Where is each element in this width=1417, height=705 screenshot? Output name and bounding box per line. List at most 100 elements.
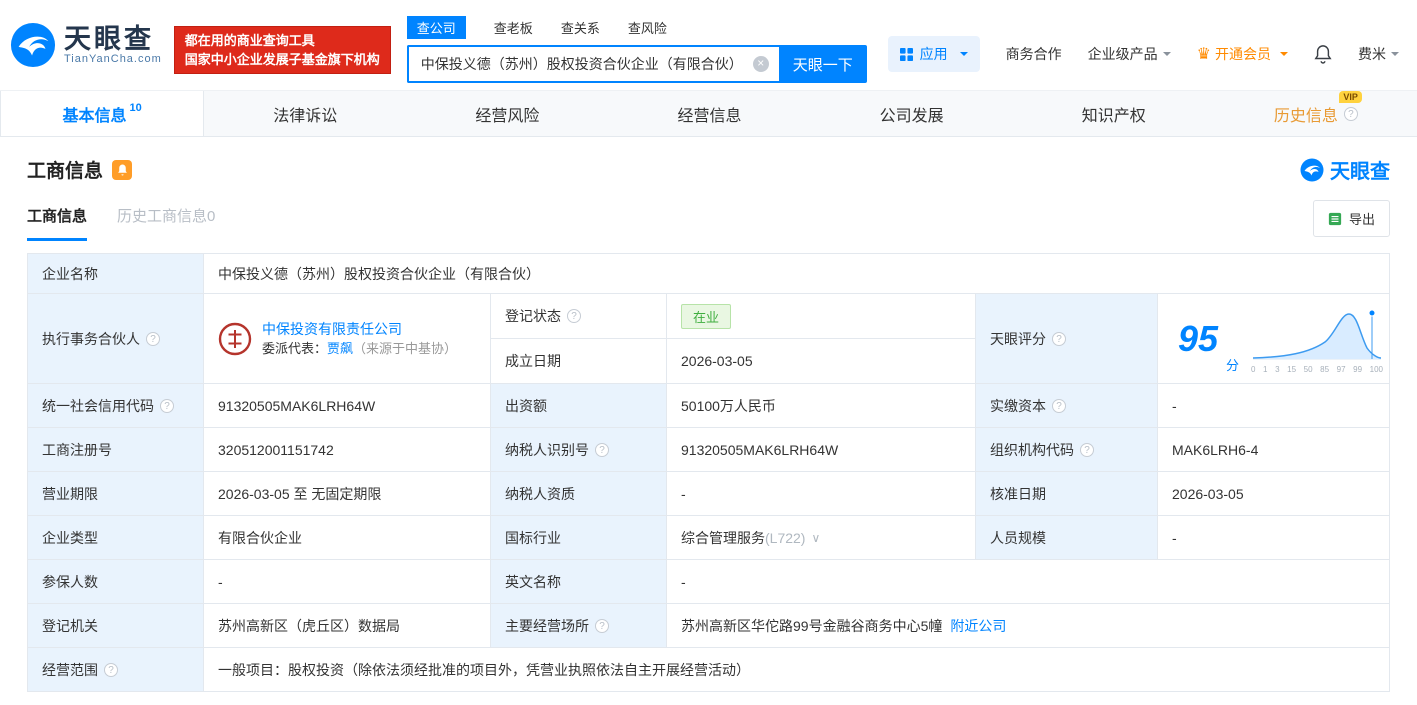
help-icon[interactable]: ?: [567, 309, 581, 323]
search-button[interactable]: 天眼一下: [778, 45, 867, 83]
tianyancha-logo[interactable]: 天眼查 TianYanCha.com: [10, 22, 162, 68]
score-distribution-chart: 0 1 3 15 50 85 97 99 100: [1251, 304, 1383, 374]
help-icon[interactable]: ?: [595, 442, 609, 457]
capital-label: 出资额: [491, 384, 667, 428]
business-cooperation-link[interactable]: 商务合作: [1006, 44, 1062, 64]
help-icon[interactable]: ?: [146, 331, 160, 346]
open-vip-menu[interactable]: ♛ 开通会员: [1197, 44, 1288, 64]
taxpayer-id-label: 纳税人识别号 ?: [491, 428, 667, 472]
tab-company-development-label: 公司发展: [879, 107, 944, 125]
tab-legal-litigation-label: 法律诉讼: [273, 107, 338, 125]
tab-operation-info-label: 经营信息: [677, 107, 742, 125]
tab-basic-info[interactable]: 基本信息 10: [0, 91, 205, 136]
business-scope-value: 一般项目：股权投资（除依法须经批准的项目外，凭营业执照依法自主开展经营活动）: [204, 648, 1390, 692]
subtab-history-count: 0: [207, 207, 216, 225]
search-area: 查公司 查老板 查关系 查风险 × 天眼一下: [406, 16, 867, 83]
help-icon[interactable]: ?: [1052, 398, 1066, 413]
search-tab-boss[interactable]: 查老板: [494, 16, 533, 39]
executive-partner-label: 执行事务合伙人 ?: [28, 294, 204, 384]
user-menu[interactable]: 费米: [1358, 44, 1399, 64]
english-name-label: 英文名称: [491, 560, 667, 604]
monitor-bell-icon[interactable]: [112, 159, 133, 180]
business-info-subtabs: 工商信息 历史工商信息0 导出: [0, 188, 1417, 245]
open-vip-label: 开通会员: [1215, 46, 1271, 62]
search-tab-company[interactable]: 查公司: [406, 16, 466, 39]
tab-basic-info-count: 10: [129, 101, 142, 114]
tab-basic-info-label: 基本信息: [62, 107, 127, 125]
insured-count-label: 参保人数: [28, 560, 204, 604]
industry-expand-icon[interactable]: ∨: [811, 531, 820, 545]
header-menu: 应用 商务合作 企业级产品 ♛ 开通会员 费米: [887, 36, 1399, 72]
nearby-company-link[interactable]: 附近公司: [950, 616, 1006, 636]
business-place-value: 苏州高新区华佗路99号金融谷商务中心5幢 附近公司: [667, 604, 1390, 648]
business-scope-label: 经营范围 ?: [28, 648, 204, 692]
chevron-down-icon: [1162, 52, 1171, 60]
notification-bell-button[interactable]: [1314, 44, 1332, 64]
delegate-label: 委派代表：: [262, 340, 328, 356]
crown-icon: ♛: [1196, 46, 1211, 63]
tab-company-development[interactable]: 公司发展: [811, 91, 1013, 136]
help-icon[interactable]: ?: [104, 662, 118, 677]
section-title: 工商信息: [27, 161, 104, 182]
company-name-label: 企业名称: [28, 254, 204, 294]
establish-date-label: 成立日期: [491, 339, 667, 384]
reg-number-value: 320512001151742: [204, 428, 491, 472]
clear-search-icon[interactable]: ×: [752, 56, 769, 72]
chevron-down-icon: [1280, 52, 1288, 60]
enterprise-product-label: 企业级产品: [1087, 46, 1158, 62]
business-info-section-head: 工商信息 天眼查: [0, 137, 1417, 188]
company-name-value: 中保投义德（苏州）股权投资合伙企业（有限合伙）: [204, 254, 1390, 294]
industry-code: (L722): [765, 529, 806, 546]
company-type-value: 有限合伙企业: [204, 516, 491, 560]
delegate-person-link[interactable]: 贾飙: [327, 341, 353, 356]
chevron-down-icon: [1391, 52, 1399, 60]
chevron-down-icon: [959, 52, 968, 60]
company-nav-tabs: 基本信息 10 法律诉讼 经营风险 经营信息 公司发展 知识产权 历史信息 VI…: [0, 90, 1417, 137]
approval-date-label: 核准日期: [976, 472, 1158, 516]
subtab-history-label: 历史工商信息: [117, 207, 208, 225]
subtab-history-business-info[interactable]: 历史工商信息0: [117, 205, 215, 241]
brand-watermark: 天眼查: [1300, 155, 1390, 184]
search-input[interactable]: [406, 45, 779, 83]
enterprise-product-menu[interactable]: 企业级产品: [1088, 44, 1171, 64]
help-icon[interactable]: ?: [160, 398, 174, 413]
tab-history-info-label: 历史信息: [1273, 107, 1338, 125]
taxpayer-quality-value: -: [667, 472, 976, 516]
credit-code-label: 统一社会信用代码 ?: [28, 384, 204, 428]
export-button[interactable]: 导出: [1312, 200, 1390, 237]
promo-banner-line1: 都在用的商业查询工具: [184, 33, 315, 48]
tab-history-info[interactable]: 历史信息 VIP ?: [1215, 90, 1417, 136]
tianyancha-logo-icon: [10, 22, 56, 68]
logo-subtitle: TianYanCha.com: [64, 53, 162, 65]
partner-company-link[interactable]: 中保投资有限责任公司: [262, 321, 457, 337]
help-icon[interactable]: ?: [1052, 331, 1066, 346]
registration-status-label: 登记状态 ?: [491, 294, 667, 339]
help-icon[interactable]: ?: [1343, 106, 1358, 121]
tab-operation-risk[interactable]: 经营风险: [406, 91, 608, 136]
tab-operation-info[interactable]: 经营信息: [608, 91, 810, 136]
business-term-value: 2026-03-05 至 无固定期限: [204, 472, 491, 516]
tab-legal-litigation[interactable]: 法律诉讼: [204, 91, 406, 136]
help-icon[interactable]: ?: [1080, 442, 1094, 457]
export-excel-icon: [1328, 212, 1342, 225]
search-type-tabs: 查公司 查老板 查关系 查风险: [406, 16, 867, 39]
registration-status-value: 在业: [667, 294, 976, 339]
score-curve: [1252, 309, 1382, 359]
subtab-business-info[interactable]: 工商信息: [27, 205, 88, 241]
search-tab-relation[interactable]: 查关系: [561, 16, 600, 39]
taxpayer-id-value: 91320505MAK6LRH64W: [667, 428, 976, 472]
business-term-label: 营业期限: [28, 472, 204, 516]
industry-name: 综合管理服务: [681, 529, 765, 546]
apps-menu-label: 应用: [919, 46, 948, 62]
company-type-label: 企业类型: [28, 516, 204, 560]
establish-date-value: 2026-03-05: [667, 339, 976, 384]
org-code-value: MAK6LRH6-4: [1158, 428, 1390, 472]
search-tab-risk[interactable]: 查风险: [628, 16, 667, 39]
tab-intellectual-property[interactable]: 知识产权: [1013, 91, 1215, 136]
credit-code-value: 91320505MAK6LRH64W: [204, 384, 491, 428]
help-icon[interactable]: ?: [595, 618, 609, 633]
status-badge: 在业: [681, 303, 732, 329]
apps-menu[interactable]: 应用: [887, 36, 980, 72]
approval-date-value: 2026-03-05: [1158, 472, 1390, 516]
promo-banner: 都在用的商业查询工具 国家中小企业发展子基金旗下机构: [173, 26, 391, 74]
